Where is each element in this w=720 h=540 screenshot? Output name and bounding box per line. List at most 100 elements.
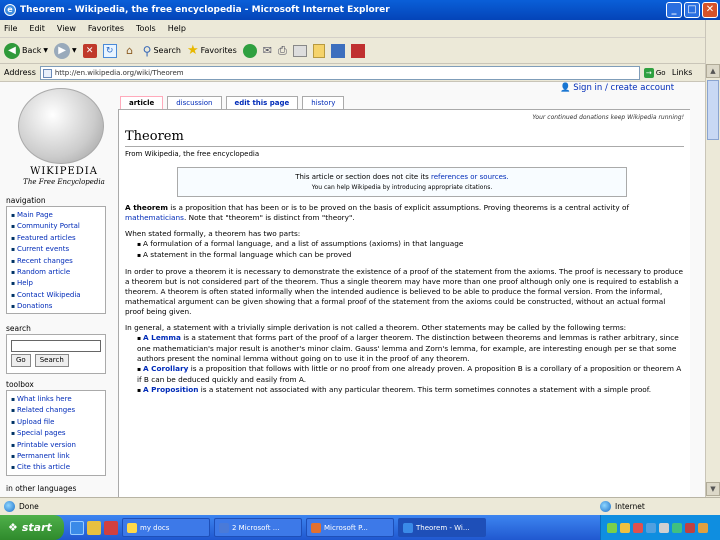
task-label: Microsoft P... xyxy=(324,523,368,532)
tab-history[interactable]: history xyxy=(302,96,345,109)
window-titlebar[interactable]: e Theorem - Wikipedia, the free encyclop… xyxy=(0,0,720,20)
toolbox-item[interactable]: Upload file xyxy=(11,417,101,428)
home-icon[interactable]: ⌂ xyxy=(123,44,137,58)
search-heading: search xyxy=(6,324,31,333)
refresh-icon[interactable]: ↻ xyxy=(102,43,117,58)
forward-button[interactable]: ▶ ▼ xyxy=(54,42,77,59)
magnifier-icon: ⚲ xyxy=(142,43,152,58)
address-input[interactable]: http://en.wikipedia.org/wiki/Theorem xyxy=(39,65,640,80)
menu-bar: File Edit View Favorites Tools Help xyxy=(0,20,705,38)
menu-tools[interactable]: Tools xyxy=(136,24,156,33)
lemma-link[interactable]: A Lemma xyxy=(143,333,181,342)
notice-small: You can help Wikipedia by introducing ap… xyxy=(311,184,493,191)
tab-edit[interactable]: edit this page xyxy=(225,96,299,109)
tray-icon[interactable] xyxy=(620,522,630,533)
menu-help[interactable]: Help xyxy=(168,24,186,33)
tray-icon[interactable] xyxy=(672,522,682,533)
wikipedia-globe-icon[interactable] xyxy=(18,88,104,164)
scroll-down-icon[interactable]: ▼ xyxy=(706,482,720,496)
tray-icon[interactable] xyxy=(659,522,669,533)
nav-item[interactable]: Recent changes xyxy=(11,256,101,267)
page-title: Theorem xyxy=(125,129,684,147)
paragraph-two-parts: When stated formally, a theorem has two … xyxy=(125,229,301,238)
print-icon[interactable]: ⎙ xyxy=(278,44,287,58)
tray-icon[interactable] xyxy=(646,522,656,533)
nav-item[interactable]: Random article xyxy=(11,267,101,278)
nav-item[interactable]: Community Portal xyxy=(11,221,101,232)
proposition-link[interactable]: A Proposition xyxy=(143,385,198,394)
edit-icon[interactable] xyxy=(292,44,307,57)
history-icon[interactable] xyxy=(242,43,257,58)
taskbar-item[interactable]: Microsoft P... xyxy=(306,518,394,537)
security-zone: Internet xyxy=(600,501,645,512)
maximize-button[interactable]: □ xyxy=(684,2,700,18)
tray-icon[interactable] xyxy=(685,522,695,533)
nav-item[interactable]: Donations xyxy=(11,301,101,312)
folder-icon[interactable] xyxy=(312,43,325,58)
toolbox-item[interactable]: Related changes xyxy=(11,405,101,416)
parts-list: A formulation of a formal language, and … xyxy=(137,239,684,261)
nav-item[interactable]: Contact Wikipedia xyxy=(11,290,101,301)
nav-item[interactable]: Current events xyxy=(11,244,101,255)
taskbar-item-active[interactable]: Theorem - Wi... xyxy=(398,518,486,537)
folder-quicklaunch-icon[interactable] xyxy=(87,520,101,535)
nav-item[interactable]: Help xyxy=(11,278,101,289)
address-url: http://en.wikipedia.org/wiki/Theorem xyxy=(54,68,184,77)
navigation-portlet: Main Page Community Portal Featured arti… xyxy=(6,206,106,314)
menu-view[interactable]: View xyxy=(57,24,76,33)
stop-icon[interactable]: ✕ xyxy=(82,43,97,58)
tab-discussion[interactable]: discussion xyxy=(167,96,222,109)
tray-icon[interactable] xyxy=(698,522,708,533)
donate-banner[interactable]: Your continued donations keep Wikipedia … xyxy=(125,114,684,121)
research-icon[interactable] xyxy=(350,43,365,58)
ie-quicklaunch-icon[interactable] xyxy=(70,520,84,535)
favorites-label: Favorites xyxy=(200,46,237,55)
go-label: Go xyxy=(655,68,666,77)
links-label[interactable]: Links xyxy=(672,68,693,77)
taskbar: ❖ start my docs 2 Microsoft ... Microsof… xyxy=(0,515,720,540)
toolbox-item[interactable]: What links here xyxy=(11,394,101,405)
page-done-icon xyxy=(4,501,15,512)
term-text: is a statement not associated with any p… xyxy=(198,385,652,394)
toolbox-item[interactable]: Printable version xyxy=(11,440,101,451)
list-item: A Proposition is a statement not associa… xyxy=(137,385,684,396)
tab-article[interactable]: article xyxy=(120,96,164,109)
menu-edit[interactable]: Edit xyxy=(29,24,45,33)
toolbox-item[interactable]: Special pages xyxy=(11,428,101,439)
favorites-button[interactable]: ★ Favorites xyxy=(187,43,237,58)
app-quicklaunch-icon[interactable] xyxy=(104,520,118,535)
search-go-button[interactable]: Go xyxy=(11,354,31,367)
nav-item[interactable]: Main Page xyxy=(11,210,101,221)
menu-favorites[interactable]: Favorites xyxy=(88,24,124,33)
vertical-scrollbar[interactable]: ▲ ▼ xyxy=(705,20,720,498)
mathematicians-link[interactable]: mathematicians xyxy=(125,213,184,222)
go-button[interactable]: → Go xyxy=(643,66,668,80)
toolbox-item[interactable]: Cite this article xyxy=(11,462,101,473)
taskbar-item[interactable]: my docs xyxy=(122,518,210,537)
standard-toolbar: ◀ Back ▼ ▶ ▼ ✕ ↻ ⌂ ⚲ Search ★ Favorites … xyxy=(0,38,705,64)
wiki-search-input[interactable] xyxy=(11,340,101,352)
minimize-button[interactable]: _ xyxy=(666,2,682,18)
signin-link[interactable]: 👤 Sign in / create account xyxy=(560,83,674,93)
messenger-icon[interactable] xyxy=(330,43,345,58)
list-item: A Lemma is a statement that forms part o… xyxy=(137,333,684,364)
nav-item[interactable]: Featured articles xyxy=(11,233,101,244)
taskbar-item[interactable]: 2 Microsoft ... xyxy=(214,518,302,537)
mail-icon[interactable]: ✉ xyxy=(263,44,272,57)
search-button[interactable]: ⚲ Search xyxy=(143,44,181,58)
scroll-thumb[interactable] xyxy=(707,80,719,140)
toolbox-item[interactable]: Permanent link xyxy=(11,451,101,462)
term-text: is a statement that forms part of the pr… xyxy=(137,333,679,363)
corollary-link[interactable]: A Corollary xyxy=(143,364,188,373)
tray-icon[interactable] xyxy=(607,522,617,533)
address-label: Address xyxy=(4,68,36,77)
back-button[interactable]: ◀ Back ▼ xyxy=(4,42,49,59)
start-button[interactable]: ❖ start xyxy=(0,515,64,540)
menu-file[interactable]: File xyxy=(4,24,17,33)
close-button[interactable]: ✕ xyxy=(702,2,718,18)
chevron-down-icon: ▼ xyxy=(43,47,49,54)
search-submit-button[interactable]: Search xyxy=(34,354,69,367)
scroll-up-icon[interactable]: ▲ xyxy=(706,64,720,78)
notice-link[interactable]: references or sources. xyxy=(431,173,509,181)
tray-icon[interactable] xyxy=(633,522,643,533)
